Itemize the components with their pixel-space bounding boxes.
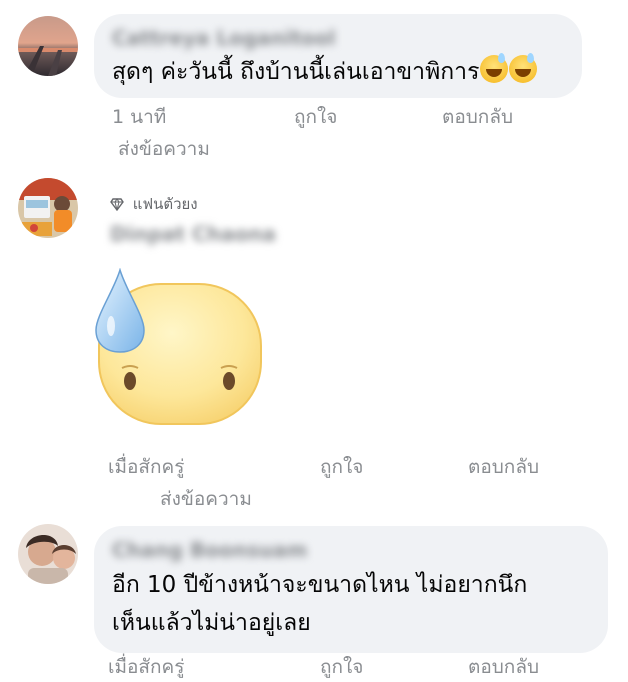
diamond-icon <box>110 197 124 212</box>
grinning-sweat-emoji <box>480 53 509 83</box>
avatar[interactable] <box>18 16 78 76</box>
comment-3: Chang Boonsuam อีก 10 ปีข้างหน้าจะขนาดไห… <box>0 510 628 681</box>
badge-label: แฟนตัวยง <box>132 195 198 213</box>
avatar[interactable] <box>18 524 78 584</box>
like-button[interactable]: ถูกใจ <box>294 102 337 132</box>
comment-text-line-2: เห็นแล้วไม่น่าอยู่เลย <box>112 610 311 636</box>
like-button[interactable]: ถูกใจ <box>320 452 363 482</box>
comment-2: แฟนตัวยง Dinpat Chaona เมื่อสักครู่ ถูกใ… <box>0 170 628 510</box>
top-fan-badge: แฟนตัวยง <box>110 192 198 216</box>
like-button[interactable]: ถูกใจ <box>320 652 363 682</box>
comment-time[interactable]: เมื่อสักครู่ <box>108 652 184 682</box>
reply-button[interactable]: ตอบกลับ <box>468 452 539 482</box>
reply-button[interactable]: ตอบกลับ <box>468 652 539 682</box>
sweat-drop-face-sticker <box>92 267 267 428</box>
comment-time[interactable]: 1 นาที <box>112 102 166 132</box>
grinning-sweat-emoji <box>509 53 538 83</box>
comment-text-line-1: อีก 10 ปีข้างหน้าจะขนาดไหน ไม่อยากนึก <box>112 572 528 598</box>
comment-time[interactable]: เมื่อสักครู่ <box>108 452 184 482</box>
comment-1: Cattreya Loganitool สุดๆ ค่ะวันนี้ ถึงบ้… <box>0 0 628 170</box>
send-message-button[interactable]: ส่งข้อความ <box>118 134 210 164</box>
comment-text: สุดๆ ค่ะวันนี้ ถึงบ้านนี้เล่นเอาขาพิการ <box>112 53 538 91</box>
comment-text-content: สุดๆ ค่ะวันนี้ ถึงบ้านนี้เล่นเอาขาพิการ <box>112 59 480 85</box>
comment-author[interactable]: Chang Boonsuam <box>112 538 307 562</box>
comment-author[interactable]: Dinpat Chaona <box>110 222 276 246</box>
reply-button[interactable]: ตอบกลับ <box>442 102 513 132</box>
avatar[interactable] <box>18 178 78 238</box>
comment-author[interactable]: Cattreya Loganitool <box>112 26 336 50</box>
